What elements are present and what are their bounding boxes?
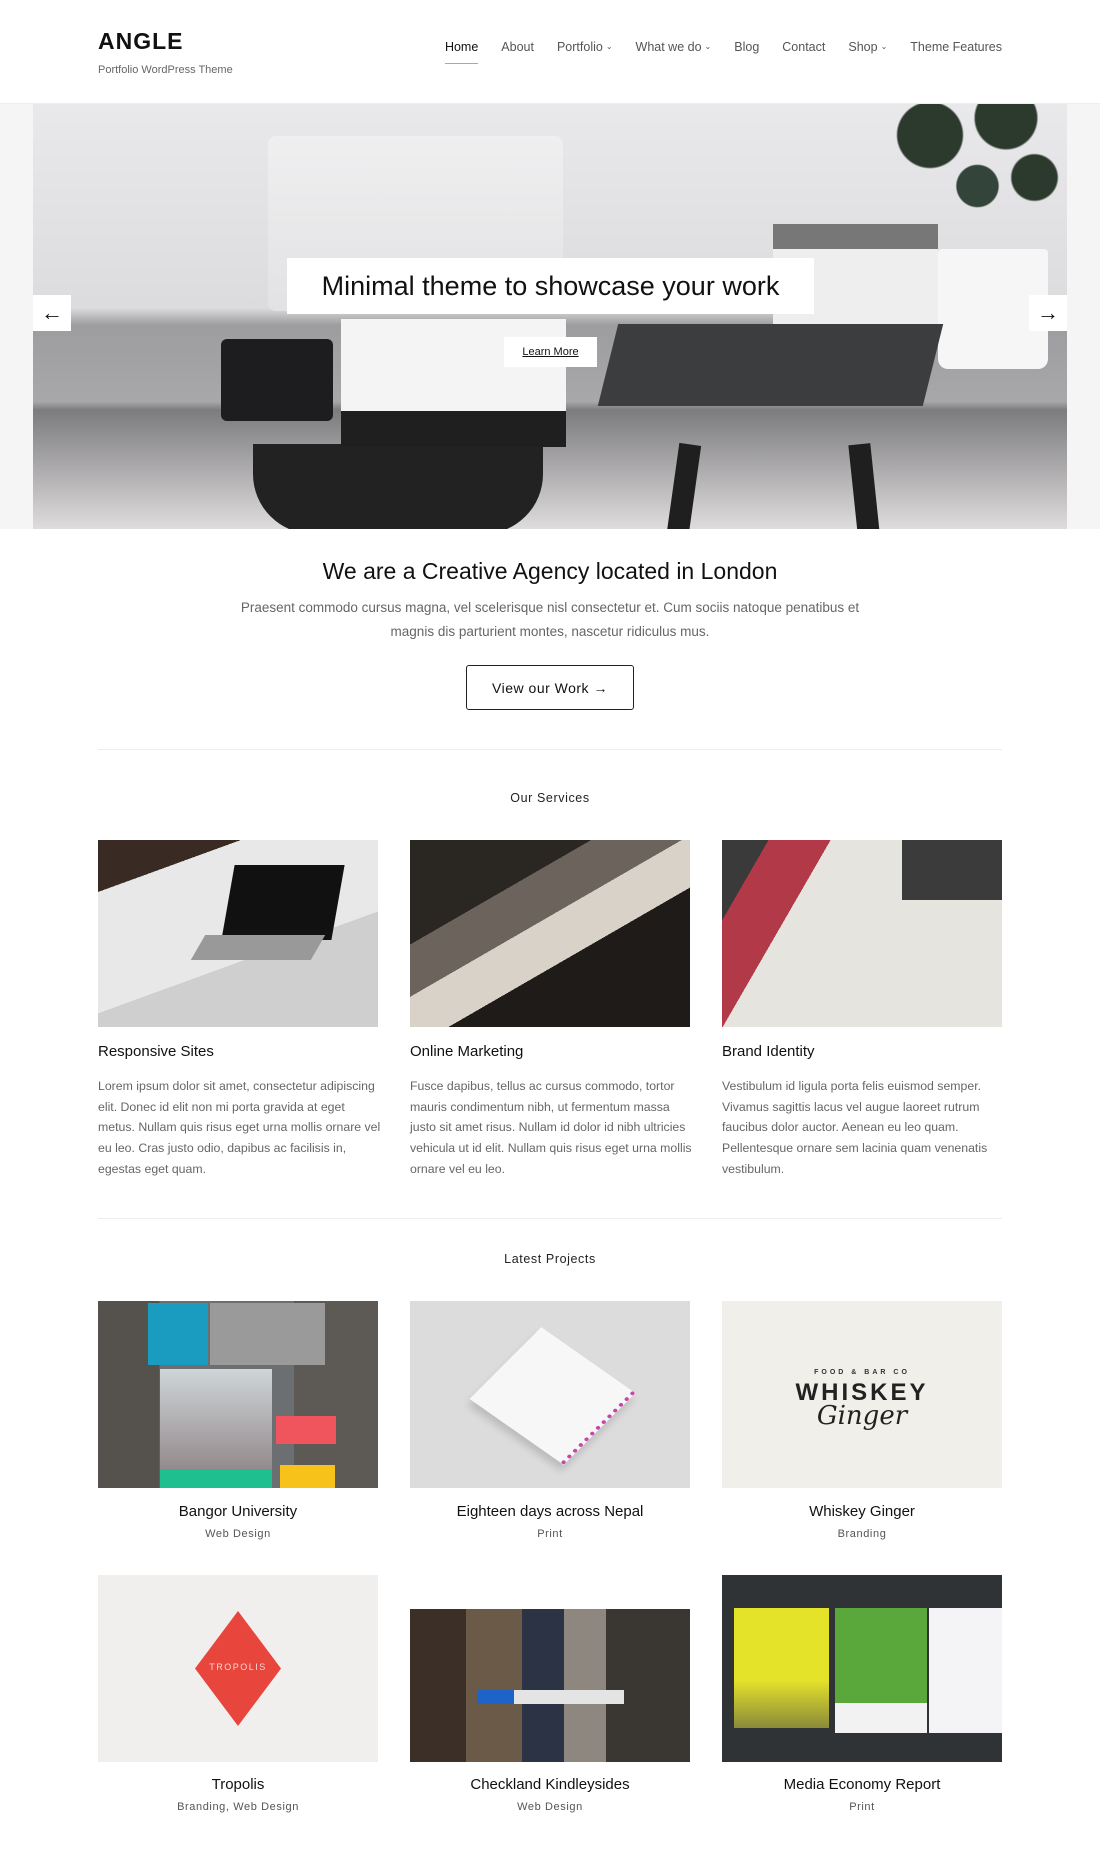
nav-label: Shop	[848, 40, 878, 54]
nav-shop[interactable]: Shop ⌄	[848, 40, 887, 54]
chevron-down-icon: ⌄	[704, 42, 712, 51]
project-image-nepal[interactable]	[410, 1301, 690, 1488]
nav-contact[interactable]: Contact	[782, 40, 825, 54]
report-page	[929, 1608, 1002, 1733]
intro-text: Praesent commodo cursus magna, vel scele…	[240, 600, 860, 639]
nav-label: Theme Features	[910, 40, 1002, 54]
whiskey-logo-script: Ginger	[816, 1401, 908, 1431]
main-nav: Home About Portfolio ⌄ What we do ⌄ Blog C…	[444, 40, 1002, 64]
divider	[98, 749, 1002, 750]
nav-theme-features[interactable]: Theme Features	[910, 40, 1002, 54]
service-title: Brand Identity	[722, 1043, 815, 1060]
keyboard-shape	[190, 935, 326, 960]
nav-about[interactable]: About	[501, 40, 534, 54]
projects-title: Latest Projects	[504, 1252, 596, 1266]
nav-blog[interactable]: Blog	[734, 40, 759, 54]
project-category: Print	[537, 1528, 563, 1540]
store-photo	[410, 1609, 690, 1762]
nav-home[interactable]: Home	[444, 40, 479, 64]
project-image-tropolis[interactable]: TROPOLIS	[98, 1575, 378, 1762]
nav-label: About	[501, 40, 534, 54]
project-title[interactable]: Bangor University	[98, 1503, 378, 1520]
report-cover	[734, 1608, 829, 1728]
divider	[98, 1218, 1002, 1219]
laptop-shape	[221, 865, 345, 940]
project-title[interactable]: Whiskey Ginger	[722, 1503, 1002, 1520]
hero-photo-leg	[848, 443, 880, 529]
chevron-down-icon: ⌄	[880, 42, 888, 51]
site-tagline: Portfolio WordPress Theme	[98, 64, 233, 76]
project-title[interactable]: Checkland Kindleysides	[410, 1776, 690, 1793]
view-work-button[interactable]: View our Work →	[466, 665, 634, 710]
learn-more-button[interactable]: Learn More	[504, 337, 597, 367]
project-title[interactable]: Tropolis	[98, 1776, 378, 1793]
nav-label: What we do	[635, 40, 702, 54]
hero-title: Minimal theme to showcase your work	[287, 258, 814, 314]
tile-shape	[276, 1416, 336, 1444]
store-tag	[478, 1690, 514, 1704]
project-image-bangor[interactable]	[98, 1301, 378, 1488]
project-category: Web Design	[517, 1801, 583, 1813]
hero-photo-leg	[666, 442, 702, 529]
slider-prev-button[interactable]: ←	[33, 295, 71, 331]
project-category: Print	[849, 1801, 875, 1813]
nav-what-we-do[interactable]: What we do ⌄	[636, 40, 712, 54]
nav-label: Contact	[782, 40, 826, 54]
nav-portfolio[interactable]: Portfolio ⌄	[557, 40, 613, 54]
service-image-responsive	[98, 840, 378, 1027]
site-logo[interactable]: ANGLE	[98, 28, 184, 55]
nav-label: Home	[444, 40, 479, 54]
tropolis-logo: TROPOLIS	[209, 1662, 267, 1672]
slider-next-button[interactable]: →	[1029, 295, 1067, 331]
hero-photo-stool	[253, 444, 543, 529]
whiskey-logo-top: FOOD & BAR CO	[814, 1369, 910, 1376]
tile-shape	[148, 1303, 208, 1365]
tile-shape	[210, 1303, 325, 1365]
project-image-checkland[interactable]	[410, 1575, 690, 1762]
tile-shape	[280, 1465, 335, 1488]
service-image-brand	[722, 840, 1002, 1027]
store-tag	[514, 1690, 624, 1704]
report-page	[835, 1703, 927, 1733]
services-title: Our Services	[510, 791, 590, 805]
service-title: Online Marketing	[410, 1043, 524, 1060]
project-title[interactable]: Media Economy Report	[722, 1776, 1002, 1793]
service-text: Lorem ipsum dolor sit amet, consectetur …	[98, 1079, 381, 1176]
service-text: Vestibulum id ligula porta felis euismod…	[722, 1079, 988, 1176]
project-category: Branding, Web Design	[177, 1801, 299, 1813]
hero-slider	[33, 104, 1067, 529]
hero-photo-camera	[221, 339, 333, 421]
nav-label: Blog	[734, 40, 760, 54]
report-page	[835, 1608, 927, 1703]
service-title: Responsive Sites	[98, 1043, 214, 1060]
photo-shape	[902, 840, 1002, 900]
service-image-marketing	[410, 840, 690, 1027]
site-header: ANGLE Portfolio WordPress Theme Home Abo…	[0, 0, 1100, 104]
arrow-left-icon: ←	[41, 300, 63, 325]
hero-photo-plant	[873, 104, 1063, 254]
project-image-media[interactable]	[722, 1575, 1002, 1762]
arrow-right-icon: →	[1037, 300, 1059, 325]
chevron-down-icon: ⌄	[605, 42, 613, 51]
nav-label: Portfolio	[556, 40, 603, 54]
intro-heading: We are a Creative Agency located in Lond…	[322, 558, 778, 584]
project-category: Web Design	[205, 1528, 271, 1540]
tile-shape	[160, 1469, 272, 1488]
project-category: Branding	[837, 1528, 887, 1540]
project-title[interactable]: Eighteen days across Nepal	[410, 1503, 690, 1520]
project-image-whiskey[interactable]: FOOD & BAR CO WHISKEY Ginger	[722, 1301, 1002, 1488]
hero-photo-pad	[597, 324, 944, 406]
service-text: Fusce dapibus, tellus ac cursus commodo,…	[410, 1079, 692, 1176]
